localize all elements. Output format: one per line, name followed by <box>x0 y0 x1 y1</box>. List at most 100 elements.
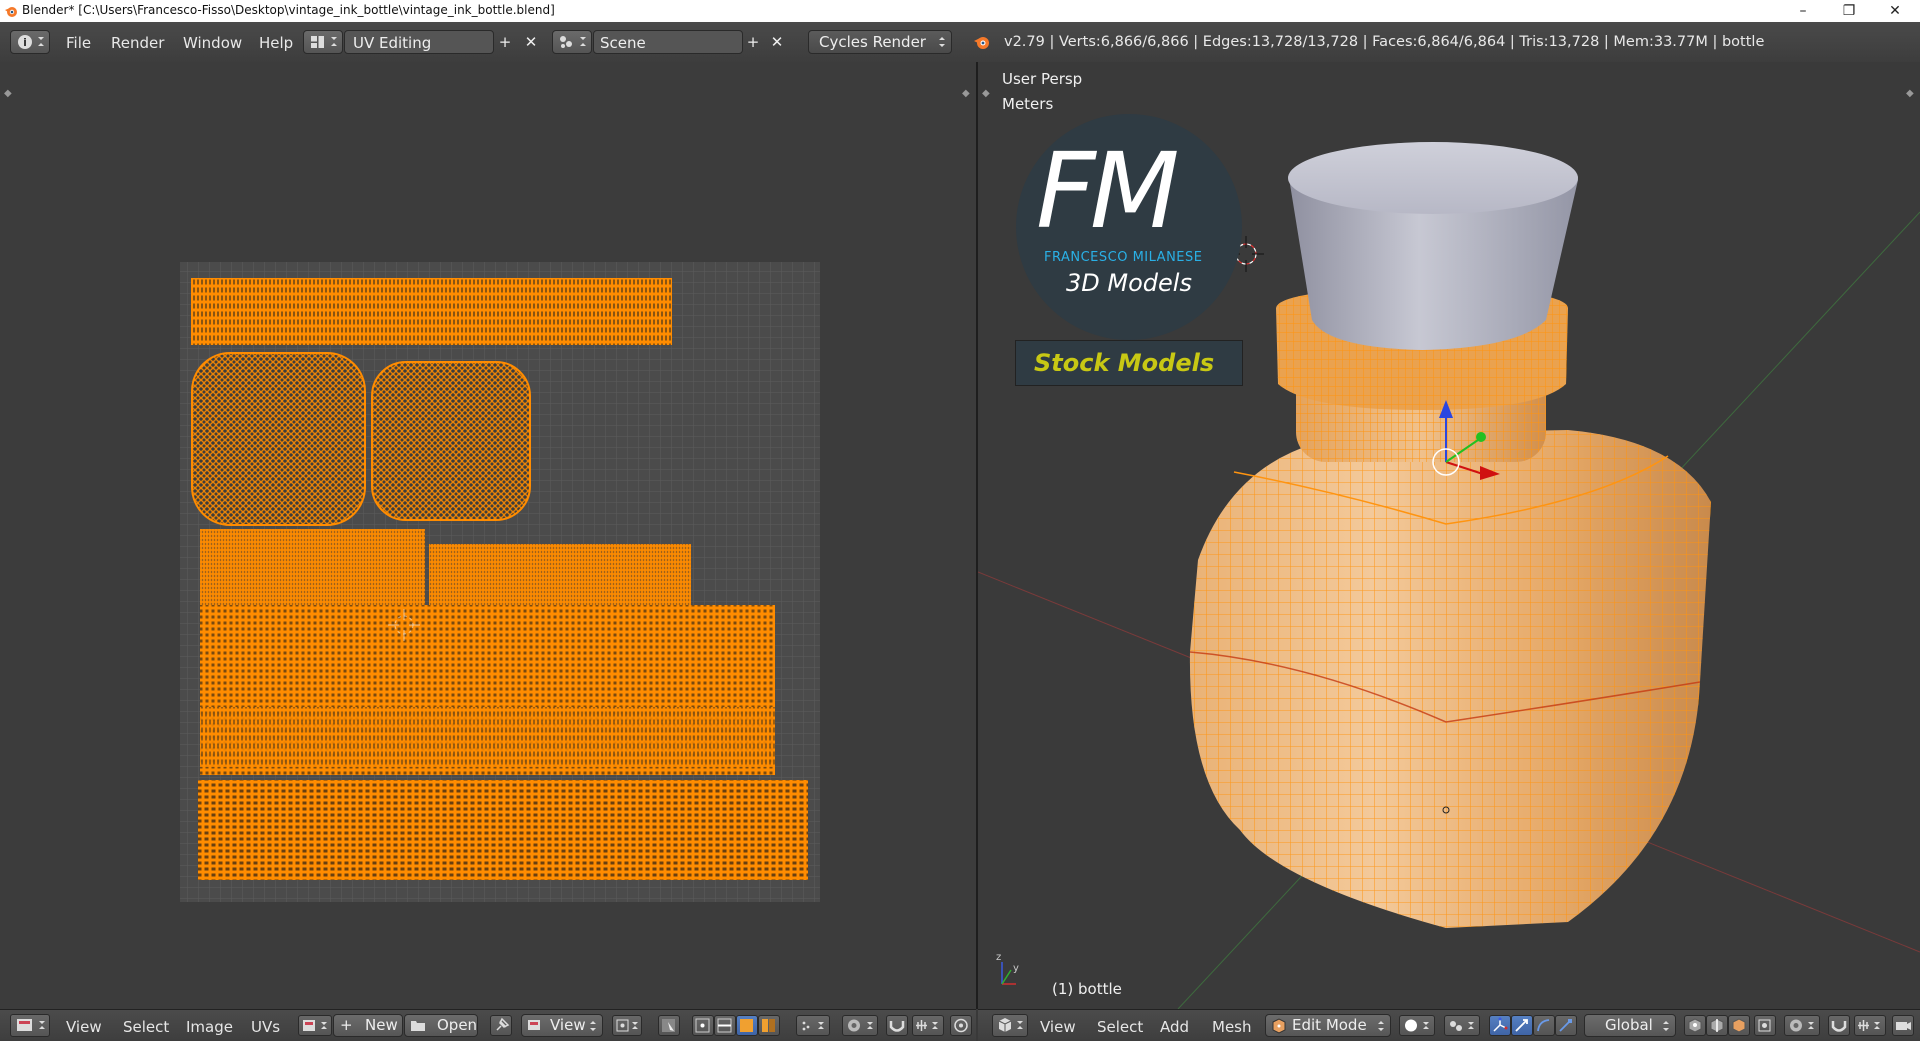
uv-island[interactable] <box>200 707 775 767</box>
snap-element-button[interactable] <box>1854 1015 1886 1036</box>
scale-icon <box>1559 1019 1572 1032</box>
active-object-label: (1) bottle <box>1052 980 1122 998</box>
interaction-mode-dropdown[interactable]: Edit Mode <box>1265 1014 1391 1037</box>
view-perspective-label: User Persp <box>1002 70 1083 88</box>
uv-island[interactable] <box>200 529 425 605</box>
minimize-button[interactable]: – <box>1780 0 1826 22</box>
uv-island[interactable] <box>191 352 366 526</box>
editor-type-info-button[interactable]: i <box>10 30 50 54</box>
delete-screen-icon[interactable]: ✕ <box>520 31 542 53</box>
bottle-mesh[interactable] <box>1189 286 1711 928</box>
view-mode-label: View <box>550 1016 586 1034</box>
3d-viewport[interactable]: ◆ ◆ y z User Persp Meters (1) bottle FM … <box>978 62 1920 1009</box>
3d-menu-mesh[interactable]: Mesh <box>1212 1018 1252 1036</box>
add-screen-icon[interactable]: + <box>494 31 516 53</box>
editor-type-uv-button[interactable] <box>10 1014 50 1037</box>
snap-element-icon <box>1858 1020 1880 1031</box>
vertex-mode-icon <box>1688 1018 1702 1033</box>
vertex-select-icon <box>695 1018 710 1033</box>
uv-select-island-button[interactable] <box>758 1015 780 1036</box>
magnet-icon <box>1831 1021 1847 1032</box>
close-window-button[interactable]: ✕ <box>1872 0 1918 22</box>
opengl-render-button[interactable] <box>1892 1015 1914 1036</box>
render-engine-dropdown[interactable]: Cycles Render <box>808 30 952 54</box>
scale-manipulator-button[interactable] <box>1555 1015 1577 1036</box>
limit-selection-visible-button[interactable] <box>1754 1015 1776 1036</box>
image-browse-icon <box>303 1020 327 1031</box>
uv-menu-image[interactable]: Image <box>186 1018 233 1036</box>
proportional-edit-icon <box>1790 1019 1814 1032</box>
vertex-select-mode-button[interactable] <box>1684 1015 1706 1036</box>
new-image-label: New <box>365 1016 398 1034</box>
uv-select-face-button[interactable] <box>736 1015 758 1036</box>
restore-button[interactable]: ❐ <box>1826 0 1872 22</box>
scene-field[interactable]: Scene <box>593 30 743 54</box>
menu-help[interactable]: Help <box>259 34 293 52</box>
menu-render[interactable]: Render <box>111 34 164 52</box>
rotate-icon <box>1537 1019 1550 1032</box>
uv-menu-select[interactable]: Select <box>123 1018 169 1036</box>
snap-button[interactable] <box>886 1015 908 1036</box>
translate-icon <box>1515 1019 1528 1032</box>
screen-layout-selector[interactable] <box>303 30 343 54</box>
solid-shading-icon <box>1405 1019 1429 1032</box>
uv-island[interactable] <box>371 361 531 521</box>
manipulator-icon <box>1493 1017 1508 1032</box>
edit-mode-icon <box>1272 1018 1286 1034</box>
pivot-point-button[interactable] <box>1444 1015 1480 1036</box>
menu-window[interactable]: Window <box>183 34 242 52</box>
translate-manipulator-button[interactable] <box>1511 1015 1533 1036</box>
proportional-edit-3d-button[interactable] <box>1784 1015 1820 1036</box>
uv-canvas[interactable] <box>0 62 976 1009</box>
editor-type-3d-button[interactable] <box>992 1014 1028 1037</box>
scene-selector[interactable] <box>552 30 592 54</box>
uv-island[interactable] <box>429 544 691 605</box>
transform-orientation-dropdown[interactable]: Global <box>1584 1014 1676 1037</box>
open-image-button[interactable]: Open <box>404 1014 478 1037</box>
edge-select-mode-button[interactable] <box>1706 1015 1728 1036</box>
3d-menu-view[interactable]: View <box>1040 1018 1076 1036</box>
edge-select-icon <box>717 1018 732 1033</box>
add-scene-icon[interactable]: + <box>742 31 764 53</box>
uv-select-edge-button[interactable] <box>714 1015 736 1036</box>
snap-target-button[interactable] <box>912 1015 944 1036</box>
snap-3d-button[interactable] <box>1828 1015 1850 1036</box>
uv-image-editor[interactable]: ◆ ◆ <box>0 62 978 1009</box>
uv-sticky-mode-button[interactable] <box>796 1015 830 1036</box>
logo-tagline: 3D Models <box>1066 269 1192 297</box>
image-view-icon <box>528 1020 540 1030</box>
logo-monogram: FM <box>1036 130 1180 252</box>
uv-select-vertex-button[interactable] <box>692 1015 714 1036</box>
bottle-cap[interactable] <box>1288 142 1578 350</box>
uv-menu-view[interactable]: View <box>66 1018 102 1036</box>
rotate-manipulator-button[interactable] <box>1533 1015 1555 1036</box>
scene-name: Scene <box>600 34 646 52</box>
sticky-select-button[interactable] <box>658 1015 680 1036</box>
banner-label: Stock Models <box>1034 349 1215 377</box>
layout-icon <box>311 36 337 48</box>
view-mode-dropdown[interactable]: View <box>521 1014 603 1037</box>
proportional-edit-button[interactable] <box>842 1015 878 1036</box>
snap-target-icon <box>916 1020 938 1031</box>
pivot-icon <box>616 1019 638 1032</box>
pivot-button[interactable] <box>612 1015 642 1036</box>
manipulator-toggle-button[interactable] <box>1489 1015 1511 1036</box>
screen-layout-field[interactable]: UV Editing <box>344 30 494 54</box>
uv-sync-button[interactable] <box>950 1015 972 1036</box>
3d-menu-select[interactable]: Select <box>1097 1018 1143 1036</box>
window-titlebar: Blender* [C:\Users\Francesco-Fisso\Deskt… <box>0 0 1920 22</box>
uv-editor-header: View Select Image UVs + New Open View <box>0 1009 976 1041</box>
blender-info-icon <box>974 37 989 49</box>
menu-file[interactable]: File <box>66 34 91 52</box>
uv-menu-uvs[interactable]: UVs <box>251 1018 280 1036</box>
face-select-mode-button[interactable] <box>1728 1015 1750 1036</box>
pin-image-button[interactable] <box>490 1015 512 1036</box>
uv-island[interactable] <box>191 278 672 345</box>
3d-menu-add[interactable]: Add <box>1160 1018 1189 1036</box>
image-browse-button[interactable] <box>298 1015 332 1036</box>
uv-island[interactable] <box>198 780 808 880</box>
new-image-button[interactable]: + New <box>333 1014 403 1037</box>
delete-scene-icon[interactable]: ✕ <box>766 31 788 53</box>
viewport-shading-button[interactable] <box>1399 1015 1435 1036</box>
limit-visible-icon <box>1758 1019 1771 1032</box>
